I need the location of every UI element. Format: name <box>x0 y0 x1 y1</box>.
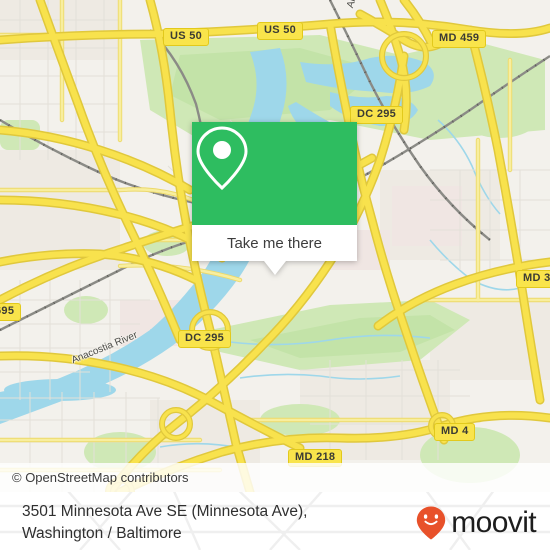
road-shield-695[interactable]: 695 <box>0 303 22 321</box>
location-callout-card[interactable]: Take me there <box>192 122 357 275</box>
map-canvas[interactable]: US 50 US 50 MD 459 DC 295 MD 33 695 DC 2… <box>0 0 550 492</box>
road-shield-dc295-north[interactable]: DC 295 <box>350 106 404 124</box>
map-pin-icon <box>196 126 248 191</box>
osm-attribution-text: © OpenStreetMap contributors <box>12 470 189 485</box>
address-line-1: 3501 Minnesota Ave SE (Minnesota Ave), <box>22 503 308 520</box>
callout-tail <box>263 261 286 275</box>
road-shield-us50-east[interactable]: US 50 <box>257 22 304 40</box>
road-shield-md459[interactable]: MD 459 <box>432 30 487 48</box>
take-me-there-label: Take me there <box>226 234 323 252</box>
moovit-logo[interactable]: moovit <box>416 506 537 540</box>
road-shield-us50-west[interactable]: US 50 <box>163 28 210 46</box>
take-me-there-button[interactable]: Take me there <box>192 225 357 261</box>
map-screenshot: US 50 US 50 MD 459 DC 295 MD 33 695 DC 2… <box>0 0 550 550</box>
address-line-2: Washington / Baltimore <box>22 525 182 542</box>
footer-bar: 3501 Minnesota Ave SE (Minnesota Ave), W… <box>0 492 550 550</box>
map-attribution-bar: © OpenStreetMap contributors <box>0 463 550 492</box>
address-block: 3501 Minnesota Ave SE (Minnesota Ave), W… <box>22 501 402 545</box>
road-shield-dc295-south[interactable]: DC 295 <box>178 330 232 348</box>
road-shield-md33[interactable]: MD 33 <box>516 270 550 288</box>
callout-icon-area <box>192 122 357 225</box>
moovit-pin-icon <box>417 506 446 540</box>
road-shield-md4[interactable]: MD 4 <box>434 423 476 441</box>
moovit-wordmark: moovit <box>451 506 536 539</box>
